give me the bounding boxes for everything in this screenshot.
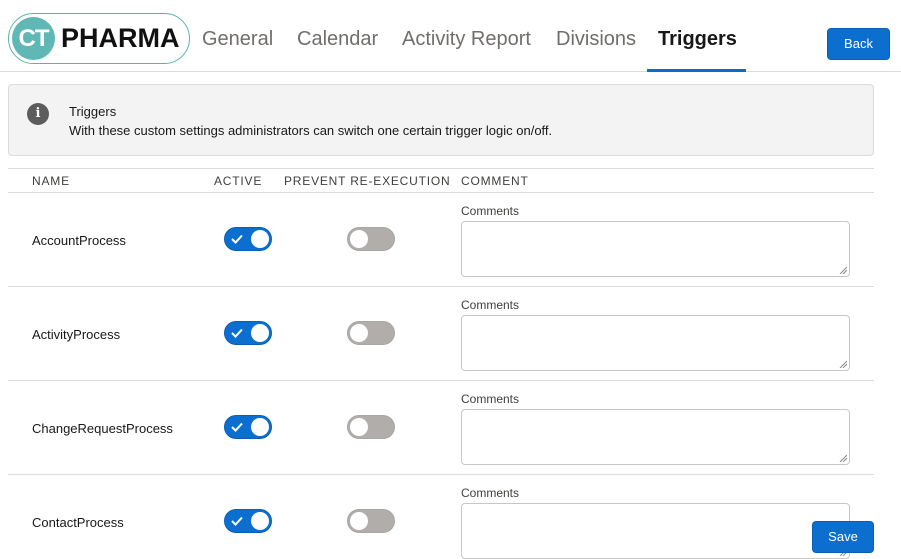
table-header: NAME ACTIVE PREVENT RE-EXECUTION COMMENT — [8, 168, 874, 193]
trigger-name: AccountProcess — [32, 233, 126, 248]
comments-textarea[interactable] — [461, 315, 850, 371]
prevent-re-execution-toggle[interactable] — [347, 227, 395, 251]
back-button[interactable]: Back — [827, 28, 890, 60]
active-toggle[interactable] — [224, 321, 272, 345]
check-icon — [231, 234, 243, 244]
tab-calendar[interactable]: Calendar — [297, 28, 378, 51]
comments-textarea[interactable] — [461, 221, 850, 277]
resize-grip-icon[interactable] — [839, 454, 847, 462]
table-row: ActivityProcess Comments — [8, 287, 874, 381]
comments-textarea[interactable] — [461, 409, 850, 465]
save-button[interactable]: Save — [812, 521, 874, 553]
trigger-name: ContactProcess — [32, 515, 124, 530]
check-icon — [231, 328, 243, 338]
trigger-name: ActivityProcess — [32, 327, 121, 342]
info-text: With these custom settings administrator… — [69, 123, 553, 138]
tab-activity-report[interactable]: Activity Report — [402, 28, 531, 51]
check-icon — [231, 422, 243, 432]
column-header-comment: COMMENT — [461, 174, 529, 188]
info-icon: i — [27, 103, 49, 125]
tab-general[interactable]: General — [202, 28, 273, 51]
table-row: ChangeRequestProcess Comments — [8, 381, 874, 475]
check-icon — [231, 516, 243, 526]
table-row: ContactProcess Comments — [8, 475, 874, 559]
toggle-knob — [350, 418, 368, 436]
info-title: Triggers — [69, 104, 117, 119]
column-header-prevent-re-execution: PREVENT RE-EXECUTION — [284, 174, 451, 188]
info-panel: i Triggers With these custom settings ad… — [8, 84, 874, 156]
resize-grip-icon[interactable] — [839, 266, 847, 274]
toggle-knob — [350, 324, 368, 342]
toggle-knob — [251, 418, 269, 436]
resize-grip-icon[interactable] — [839, 360, 847, 368]
prevent-re-execution-toggle[interactable] — [347, 321, 395, 345]
logo-name: PHARMA — [61, 23, 180, 53]
toggle-knob — [251, 230, 269, 248]
toggle-knob — [350, 512, 368, 530]
toggle-knob — [251, 324, 269, 342]
prevent-re-execution-toggle[interactable] — [347, 509, 395, 533]
comments-label: Comments — [461, 392, 520, 406]
comments-label: Comments — [461, 204, 520, 218]
app-header: CT PHARMA General Calendar Activity Repo… — [0, 0, 901, 72]
tab-divisions[interactable]: Divisions — [556, 28, 636, 51]
active-toggle[interactable] — [224, 509, 272, 533]
tab-triggers[interactable]: Triggers — [658, 28, 737, 51]
active-toggle[interactable] — [224, 415, 272, 439]
comments-label: Comments — [461, 486, 520, 500]
table-row: AccountProcess Comments — [8, 193, 874, 287]
trigger-name: ChangeRequestProcess — [32, 421, 173, 436]
active-toggle[interactable] — [224, 227, 272, 251]
column-header-active: ACTIVE — [214, 174, 263, 188]
comments-label: Comments — [461, 298, 520, 312]
toggle-knob — [251, 512, 269, 530]
logo-mark: CT — [12, 17, 55, 60]
column-header-name: NAME — [32, 174, 70, 188]
comments-textarea[interactable] — [461, 503, 850, 559]
toggle-knob — [350, 230, 368, 248]
ct-pharma-logo[interactable]: CT PHARMA — [8, 13, 190, 64]
active-tab-indicator — [647, 69, 746, 72]
prevent-re-execution-toggle[interactable] — [347, 415, 395, 439]
